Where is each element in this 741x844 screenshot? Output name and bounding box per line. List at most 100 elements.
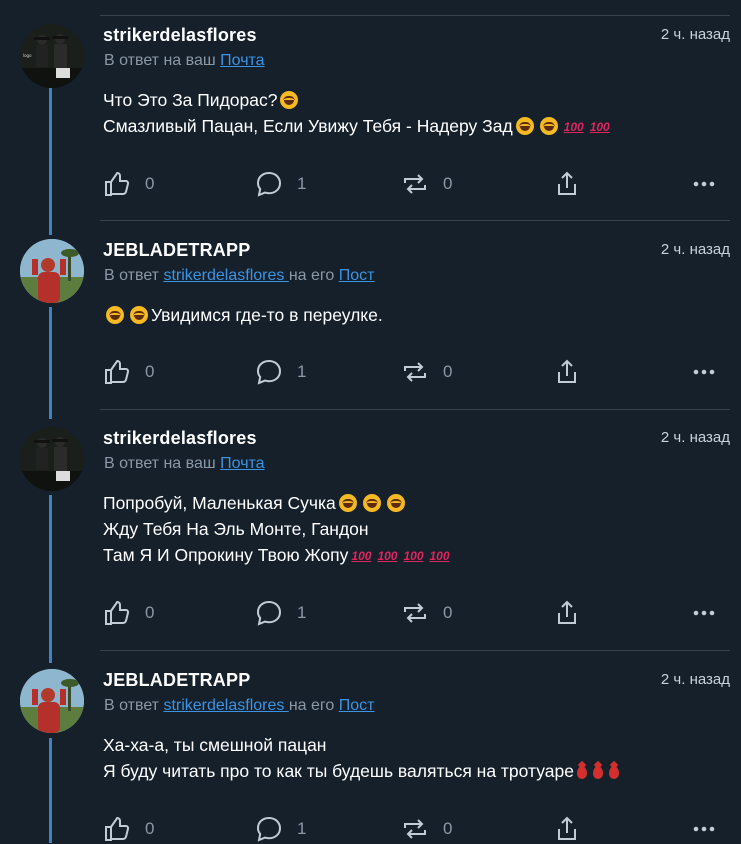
hundred-emoji: 100 (589, 120, 610, 134)
svg-text:logo: logo (23, 53, 32, 58)
share-button[interactable] (553, 598, 581, 628)
post-line-text: Что Это За Пидорас? (103, 90, 278, 110)
avatar[interactable] (20, 239, 84, 303)
post-actions: 0 1 0 (100, 169, 730, 199)
reply-prefix: В ответ (104, 267, 164, 284)
share-button[interactable] (553, 169, 581, 199)
post-actions: 0 1 0 (100, 598, 730, 628)
share-icon (558, 171, 576, 195)
like-button[interactable]: 0 (103, 357, 154, 387)
comment-count: 1 (297, 174, 307, 193)
post-divider (100, 220, 730, 221)
reply-context: В ответ на ваш Почта (104, 52, 265, 70)
timestamp[interactable]: 2 ч. назад (661, 429, 730, 446)
comment-button[interactable]: 1 (255, 169, 306, 199)
repost-count: 0 (443, 603, 453, 622)
reply-post-link[interactable]: Пост (339, 267, 375, 284)
repost-icon (404, 362, 426, 382)
post-text: Что Это За Пидорас? Смазливый Пацан, Есл… (103, 87, 613, 140)
avatar[interactable] (20, 669, 84, 733)
like-button[interactable]: 0 (103, 598, 154, 628)
thumbs-up-icon (105, 600, 130, 625)
avatar[interactable]: logo (20, 24, 84, 88)
like-count: 0 (145, 819, 155, 838)
post-line-text: Я буду читать про то как ты будешь валят… (103, 761, 574, 781)
timestamp[interactable]: 2 ч. назад (661, 671, 730, 688)
repost-icon (404, 603, 426, 623)
laughing-emoji (338, 494, 357, 512)
reply-link[interactable]: Почта (220, 455, 264, 472)
post-actions: 0 1 0 (100, 357, 730, 387)
reply-link[interactable]: Почта (220, 52, 264, 69)
username[interactable]: JEBLADETRAPP (103, 670, 250, 691)
thumbs-up-icon (105, 359, 130, 384)
more-button[interactable] (690, 357, 718, 387)
post: logo strikerdelasflores 2 ч. назад В отв… (0, 15, 741, 221)
reply-context: В ответ strikerdelasflores на его Пост (104, 267, 374, 285)
thumbs-up-icon (105, 171, 130, 196)
comment-count: 1 (297, 819, 307, 838)
share-icon (558, 816, 576, 840)
post-line-text: Жду Тебя На Эль Монте, Гандон (103, 519, 369, 539)
like-count: 0 (145, 174, 155, 193)
more-button[interactable] (690, 169, 718, 199)
post-actions: 0 1 0 (100, 814, 730, 844)
reply-post-link[interactable]: Пост (339, 697, 375, 714)
repost-count: 0 (443, 819, 453, 838)
post-line: Что Это За Пидорас? (103, 87, 613, 113)
username[interactable]: strikerdelasflores (103, 428, 257, 449)
repost-button[interactable]: 0 (401, 169, 452, 199)
more-button[interactable] (690, 814, 718, 844)
repost-button[interactable]: 0 (401, 598, 452, 628)
post-line-text: Попробуй, Маленькая Сучка (103, 493, 336, 513)
like-button[interactable]: 0 (103, 814, 154, 844)
post-text: Попробуй, Маленькая Сучка Жду Тебя На Эл… (103, 490, 453, 569)
laughing-emoji (386, 494, 405, 512)
reply-prefix: В ответ (104, 697, 164, 714)
laughing-emoji (130, 306, 148, 324)
blood-drop-emoji (576, 766, 587, 779)
post: strikerdelasflores 2 ч. назад В ответ на… (0, 418, 741, 653)
avatar[interactable] (20, 427, 84, 491)
post-line: Попробуй, Маленькая Сучка (103, 490, 453, 516)
laughing-emoji (539, 117, 558, 135)
comment-button[interactable]: 1 (255, 598, 306, 628)
timestamp[interactable]: 2 ч. назад (661, 241, 730, 258)
thumbs-up-icon (105, 816, 130, 841)
comment-button[interactable]: 1 (255, 357, 306, 387)
post: JEBLADETRAPP 2 ч. назад В ответ strikerd… (0, 660, 741, 843)
hundred-emoji: 100 (377, 549, 398, 563)
reply-user-link[interactable]: strikerdelasflores (163, 697, 288, 714)
reply-prefix: В ответ на ваш (104, 52, 221, 69)
like-count: 0 (145, 362, 155, 381)
share-button[interactable] (553, 357, 581, 387)
username[interactable]: strikerdelasflores (103, 25, 257, 46)
laughing-emoji (362, 494, 381, 512)
reply-context: В ответ на ваш Почта (104, 455, 265, 473)
post-line: Жду Тебя На Эль Монте, Гандон (103, 516, 453, 542)
reply-user-link[interactable]: strikerdelasflores (163, 267, 288, 284)
repost-button[interactable]: 0 (401, 357, 452, 387)
post-divider (100, 409, 730, 410)
repost-icon (404, 819, 426, 839)
like-button[interactable]: 0 (103, 169, 154, 199)
blood-drop-emoji (608, 766, 619, 779)
post-text: Увидимся где-то в переулке. (103, 302, 383, 328)
comment-icon (256, 600, 282, 626)
share-icon (558, 600, 576, 624)
post-line-text: Смазливый Пацан, Если Увижу Тебя - Надер… (103, 116, 513, 136)
more-icon (693, 369, 715, 375)
post-line-text: Увидимся где-то в переулке. (151, 305, 383, 325)
comment-button[interactable]: 1 (255, 814, 306, 844)
comment-icon (256, 359, 282, 385)
share-button[interactable] (553, 814, 581, 844)
post-text: Ха-ха-а, ты смешной пацан Я буду читать … (103, 732, 622, 784)
username[interactable]: JEBLADETRAPP (103, 240, 250, 261)
more-button[interactable] (690, 598, 718, 628)
repost-icon (404, 174, 426, 194)
timestamp[interactable]: 2 ч. назад (661, 26, 730, 43)
post-line: Увидимся где-то в переулке. (103, 302, 383, 328)
share-icon (558, 359, 576, 383)
laughing-emoji (515, 117, 534, 135)
repost-button[interactable]: 0 (401, 814, 452, 844)
